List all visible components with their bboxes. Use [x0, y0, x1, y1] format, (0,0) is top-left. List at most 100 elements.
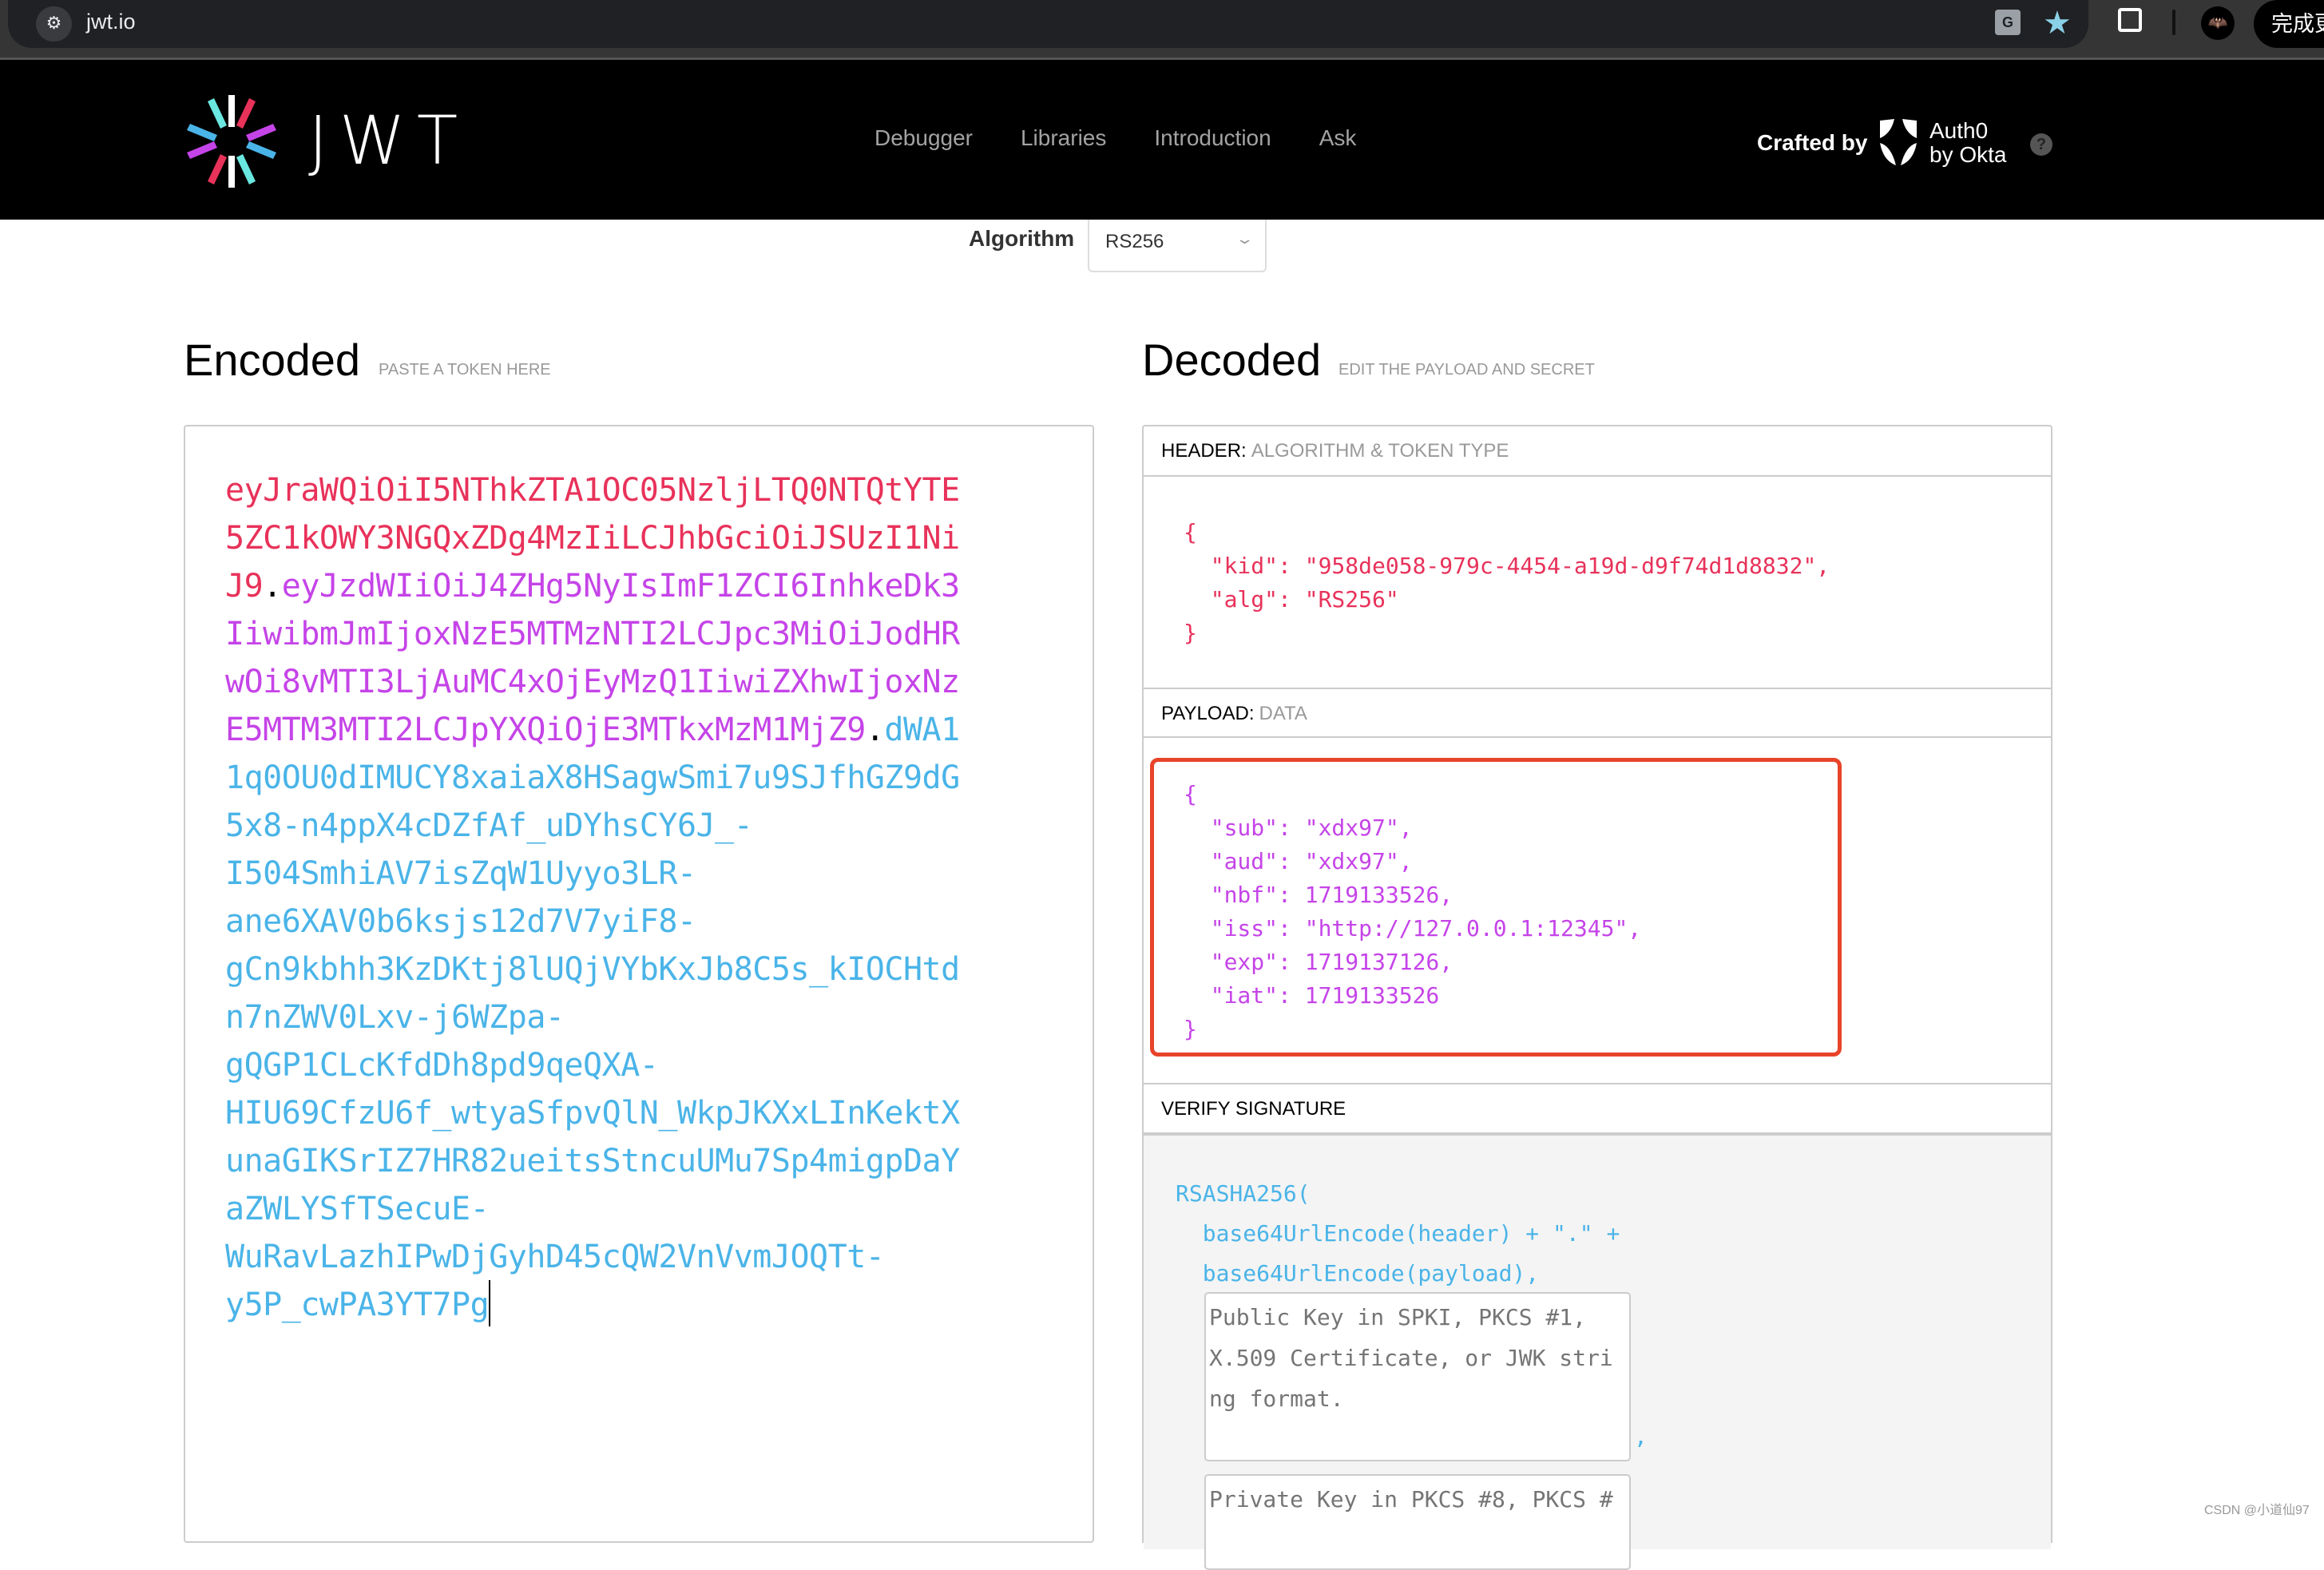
token-header-segment: 5ZC1kOWY3NGQxZDg4MzIiLCJhbGciOiJSUzI1Ni [225, 520, 960, 557]
url-text[interactable]: jwt.io [86, 10, 136, 34]
header-label: HEADER: [1161, 440, 1247, 462]
decoded-panel: HEADER: ALGORITHM & TOKEN TYPE { "kid": "… [1142, 425, 2052, 1570]
address-bar[interactable]: ⚙ jwt.io G ★ [8, 0, 2088, 48]
token-line: n7nZWV0Lxv-j6WZpa- [225, 993, 1024, 1041]
nav-introduction[interactable]: Introduction [1154, 125, 1271, 151]
token-line: WuRavLazhIPwDjGyhD45cQW2VnVvmJOQTt- [225, 1233, 1024, 1281]
token-payload-segment: E5MTM3MTI2LCJpYXQiOjE3MTkxMzM1MjZ9 [225, 712, 866, 748]
token-line: ane6XAV0b6ksjs12d7V7yiF8- [225, 898, 1024, 946]
auth0-shield-icon[interactable] [1877, 117, 1920, 168]
encoded-token-editor[interactable]: eyJraWQiOiI5NThkZTA1OC05NzljLTQ0NTQtYTE 5… [184, 425, 1094, 1543]
toolbar-divider [2172, 10, 2175, 35]
token-signature-segment: WuRavLazhIPwDjGyhD45cQW2VnVvmJOQTt- [225, 1239, 885, 1275]
auth0-line1: Auth0 [1929, 118, 1989, 143]
browser-toolbar: ⚙ jwt.io G ★ 🦇 完成更 [0, 0, 2324, 60]
decoded-subtitle: EDIT THE PAYLOAD AND SECRET [1338, 361, 1595, 379]
token-signature-segment: I504SmhiAV7isZqW1Uyyo3LR- [225, 855, 696, 892]
header-json-editor[interactable]: { "kid": "958de058-979c-4454-a19d-d9f74d… [1184, 516, 1830, 650]
algorithm-selected-value: RS256 [1105, 231, 1164, 252]
token-line: eyJraWQiOiI5NThkZTA1OC05NzljLTQ0NTQtYTE [225, 466, 1024, 514]
token-line: y5P_cwPA3YT7Pg [225, 1280, 1024, 1329]
token-payload-segment: IiwibmJmIjoxNzE5MTMzNTI2LCJpc3MiOiJodHR [225, 616, 960, 652]
payload-json-line: "iss": "http://127.0.0.1:12345", [1184, 915, 1642, 942]
token-line: 5x8-n4ppX4cDZfAf_uDYhsCY6J_- [225, 802, 1024, 850]
site-header: JWT Debugger Libraries Introduction Ask … [0, 60, 2324, 220]
encoded-subtitle: PASTE A TOKEN HERE [379, 361, 551, 379]
token-line: 1q0OU0dIMUCY8xaiaX8HSagwSmi7u9SJfhGZ9dG [225, 754, 1024, 802]
nav-libraries[interactable]: Libraries [1021, 125, 1106, 151]
token-signature-segment: 1q0OU0dIMUCY8xaiaX8HSagwSmi7u9SJfhGZ9dG [225, 759, 960, 796]
token-signature-segment: aZWLYSfTSecuE- [225, 1191, 490, 1227]
crafted-by-label: Crafted by [1757, 130, 1868, 155]
text-caret [489, 1280, 491, 1326]
site-info-icon[interactable]: ⚙ [36, 6, 72, 42]
public-key-input[interactable] [1204, 1292, 1631, 1461]
watermark: CSDN @小道仙97 [2204, 1504, 2310, 1517]
verify-section-label: VERIFY SIGNATURE [1144, 1083, 2051, 1134]
payload-json-line: } [1184, 1016, 1197, 1042]
header-section-label: HEADER: ALGORITHM & TOKEN TYPE [1144, 426, 2051, 477]
verify-code: RSASHA256( base64UrlEncode(header) + "."… [1176, 1174, 1620, 1294]
header-sublabel: ALGORITHM & TOKEN TYPE [1251, 440, 1509, 462]
payload-json-editor[interactable]: { "sub": "xdx97", "aud": "xdx97", "nbf":… [1184, 778, 1641, 1046]
payload-json-line: "iat": 1719133526 [1184, 982, 1440, 1009]
token-signature-segment: y5P_cwPA3YT7Pg [225, 1287, 490, 1323]
payload-json-line: "aud": "xdx97", [1184, 848, 1413, 874]
token-line: J9.eyJzdWIiOiJ4ZHg5NyIsImF1ZCI6InhkeDk3 [225, 562, 1024, 610]
token-line: aZWLYSfTSecuE- [225, 1185, 1024, 1233]
verify-label: VERIFY SIGNATURE [1161, 1098, 1346, 1120]
payload-section-label: PAYLOAD: DATA [1144, 688, 2051, 738]
payload-label: PAYLOAD: [1161, 703, 1255, 724]
payload-sublabel: DATA [1259, 703, 1307, 724]
help-icon[interactable]: ? [2030, 133, 2052, 156]
decoded-title: Decoded [1142, 335, 1322, 385]
update-button[interactable]: 完成更 [2254, 0, 2324, 48]
private-key-input[interactable] [1204, 1474, 1631, 1570]
translate-icon[interactable]: G [1995, 10, 2021, 35]
algorithm-label: Algorithm [969, 226, 1075, 251]
bookmark-star-icon[interactable]: ★ [2043, 5, 2072, 42]
token-signature-segment: gQGP1CLcKfdDh8pd9qeQXA- [225, 1047, 659, 1084]
token-line: E5MTM3MTI2LCJpYXQiOjE3MTkxMzM1MjZ9.dWA1 [225, 706, 1024, 754]
extensions-icon[interactable] [2118, 8, 2142, 32]
nav-debugger[interactable]: Debugger [874, 125, 973, 151]
token-line: gQGP1CLcKfdDh8pd9qeQXA- [225, 1041, 1024, 1089]
jwt-wordmark: JWT [308, 101, 470, 180]
encoded-title: Encoded [184, 335, 361, 385]
token-line: I504SmhiAV7isZqW1Uyyo3LR- [225, 850, 1024, 898]
jwt-logo-icon[interactable] [184, 93, 280, 189]
payload-json-line: "nbf": 1719133526, [1184, 882, 1453, 908]
payload-json-line: { [1184, 781, 1197, 807]
payload-json-line: "exp": 1719137126, [1184, 949, 1453, 975]
profile-avatar-icon[interactable]: 🦇 [2201, 6, 2235, 40]
token-header-segment: J9 [225, 568, 264, 605]
auth0-line2: by Okta [1929, 142, 2007, 167]
verify-signature-body: RSASHA256( base64UrlEncode(header) + "."… [1144, 1134, 2051, 1570]
nav-ask[interactable]: Ask [1319, 125, 1357, 151]
token-line: HIU69CfzU6f_wtyaSfpvQlN_WkpJKXxLInKektX [225, 1089, 1024, 1137]
payload-json-line: "sub": "xdx97", [1184, 815, 1413, 841]
verify-code-line: RSASHA256( [1176, 1180, 1311, 1207]
chevron-down-icon: ⌄ [1235, 231, 1255, 247]
token-signature-segment: n7nZWV0Lxv-j6WZpa- [225, 999, 565, 1036]
main-nav: Debugger Libraries Introduction Ask [874, 125, 1356, 151]
token-line: unaGIKSrIZ7HR82ueitsStncuUMu7Sp4migpDaY [225, 1137, 1024, 1185]
auth0-brand[interactable]: Auth0 by Okta [1929, 119, 2006, 167]
token-signature-segment: gCn9kbhh3KzDKtj8lUQjVYbKxJb8C5s_kIOCHtd [225, 951, 960, 988]
verify-comma: , [1634, 1423, 1648, 1449]
token-signature-segment: dWA1 [884, 712, 960, 748]
token-payload-segment: wOi8vMTI3LjAuMC4xOjEyMzQ1IiwiZXhwIjoxNz [225, 664, 960, 700]
token-header-segment: eyJraWQiOiI5NThkZTA1OC05NzljLTQ0NTQtYTE [225, 472, 960, 509]
encoded-token-text[interactable]: eyJraWQiOiI5NThkZTA1OC05NzljLTQ0NTQtYTE 5… [225, 466, 1024, 1329]
header-json-line: "kid": "958de058-979c-4454-a19d-d9f74d1d… [1184, 553, 1830, 579]
header-json-line: } [1184, 620, 1197, 646]
verify-code-line: base64UrlEncode(header) + "." + [1176, 1220, 1620, 1247]
header-json-line: "alg": "RS256" [1184, 586, 1399, 613]
token-line: gCn9kbhh3KzDKtj8lUQjVYbKxJb8C5s_kIOCHtd [225, 946, 1024, 993]
token-signature-segment: 5x8-n4ppX4cDZfAf_uDYhsCY6J_- [225, 807, 753, 844]
header-json-line: { [1184, 519, 1197, 545]
verify-code-line: base64UrlEncode(payload), [1176, 1260, 1540, 1287]
token-line: 5ZC1kOWY3NGQxZDg4MzIiLCJhbGciOiJSUzI1Ni [225, 514, 1024, 562]
algorithm-select[interactable]: RS256 ⌄ [1088, 220, 1267, 272]
token-signature-segment: HIU69CfzU6f_wtyaSfpvQlN_WkpJKXxLInKektX [225, 1095, 960, 1132]
